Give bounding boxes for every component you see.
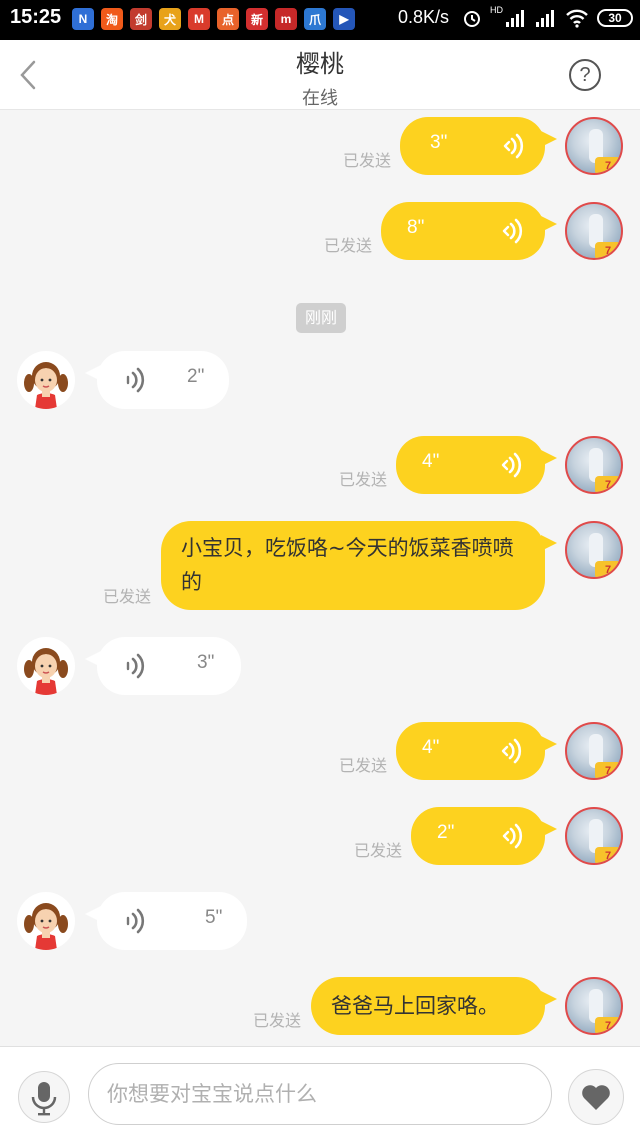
voice-message-bubble[interactable]: 3" [400, 117, 557, 175]
alarm-icon [464, 11, 480, 27]
voice-message-bubble[interactable]: 2" [411, 807, 557, 865]
paw-app-icon: 爪 [304, 8, 326, 30]
game-icon: 剑 [130, 8, 152, 30]
chat-header: 樱桃 在线 ? [0, 40, 640, 110]
voice-wave-icon [126, 367, 145, 393]
battery-icon: 30 [597, 9, 633, 27]
voice-message-bubble[interactable]: 5" [85, 892, 247, 950]
help-icon[interactable]: ? [569, 59, 601, 91]
text-message-bubble[interactable]: 爸爸马上回家咯。 [311, 977, 557, 1035]
my-avatar[interactable]: 7 [565, 521, 623, 579]
voice-duration: 2" [437, 822, 455, 843]
message-input[interactable] [88, 1063, 552, 1125]
cell-signal-2-icon [536, 10, 554, 27]
contact-name: 樱桃 [296, 50, 344, 78]
input-bar [0, 1046, 640, 1138]
mm-app-icon: m [275, 8, 297, 30]
status-time: 15:25 [10, 6, 62, 28]
my-avatar[interactable]: 7 [565, 807, 623, 865]
wifi-icon [566, 9, 588, 28]
message-text: 小宝贝，吃饭咯~今天的饭菜香喷喷的 [181, 536, 514, 594]
favorite-button[interactable] [568, 1069, 624, 1125]
sent-status: 已发送 [253, 1011, 302, 1030]
sent-status: 已发送 [343, 151, 392, 170]
hd-badge: HD [490, 5, 503, 15]
voice-duration: 5" [205, 907, 223, 928]
microphone-icon [31, 1082, 57, 1116]
status-icons: HD 30 [462, 5, 633, 28]
voice-wave-icon [126, 653, 145, 679]
text-message-bubble[interactable]: 小宝贝，吃饭咯~今天的饭菜香喷喷的 [161, 521, 557, 610]
voice-message-bubble[interactable]: 4" [396, 722, 557, 780]
voice-duration: 4" [422, 451, 440, 472]
voice-wave-icon [502, 823, 523, 849]
m-app-icon: M [188, 8, 210, 30]
sent-status: 已发送 [324, 236, 373, 255]
voice-wave-icon [501, 738, 522, 764]
voice-wave-icon [503, 133, 524, 159]
n-app-icon: N [72, 8, 94, 30]
sent-status: 已发送 [339, 756, 388, 775]
network-speed: 0.8K/s [398, 7, 450, 27]
sent-status: 已发送 [354, 841, 403, 860]
voice-input-button[interactable] [18, 1071, 70, 1123]
voice-duration: 2" [187, 366, 205, 387]
online-status: 在线 [302, 88, 338, 109]
voice-duration: 3" [430, 132, 448, 153]
status-bar: 15:25 N 淘剑犬 M 点新 m 爪 ▶ 0.8K/s HD 30 [0, 0, 640, 40]
my-avatar[interactable]: 7 [565, 117, 623, 175]
dianping-icon: 点 [217, 8, 239, 30]
voice-message-bubble[interactable]: 8" [381, 202, 557, 260]
voice-wave-icon [502, 218, 523, 244]
baby-avatar[interactable] [17, 637, 75, 695]
notification-app-icons: N 淘剑犬 M 点新 m 爪 ▶ [72, 8, 355, 30]
voice-message-bubble[interactable]: 3" [85, 637, 241, 695]
taobao-icon: 淘 [101, 8, 123, 30]
message-text: 爸爸马上回家咯。 [331, 994, 499, 1018]
sent-status: 已发送 [339, 470, 388, 489]
voice-wave-icon [501, 452, 522, 478]
my-avatar[interactable]: 7 [565, 202, 623, 260]
dog-app-icon: 犬 [159, 8, 181, 30]
voice-duration: 8" [407, 217, 425, 238]
timestamp-chip: 刚刚 [296, 303, 346, 333]
my-avatar[interactable]: 7 [565, 977, 623, 1035]
heart-icon [582, 1085, 610, 1110]
voice-message-bubble[interactable]: 2" [85, 351, 229, 409]
voice-wave-icon [126, 908, 145, 934]
voice-message-bubble[interactable]: 4" [396, 436, 557, 494]
news-app-icon: 新 [246, 8, 268, 30]
my-avatar[interactable]: 7 [565, 722, 623, 780]
baby-avatar[interactable] [17, 892, 75, 950]
voice-duration: 4" [422, 737, 440, 758]
my-avatar[interactable]: 7 [565, 436, 623, 494]
baby-avatar[interactable] [17, 351, 75, 409]
voice-duration: 3" [197, 652, 215, 673]
sent-status: 已发送 [103, 587, 152, 606]
video-app-icon: ▶ [333, 8, 355, 30]
cell-signal-icon [506, 10, 524, 27]
